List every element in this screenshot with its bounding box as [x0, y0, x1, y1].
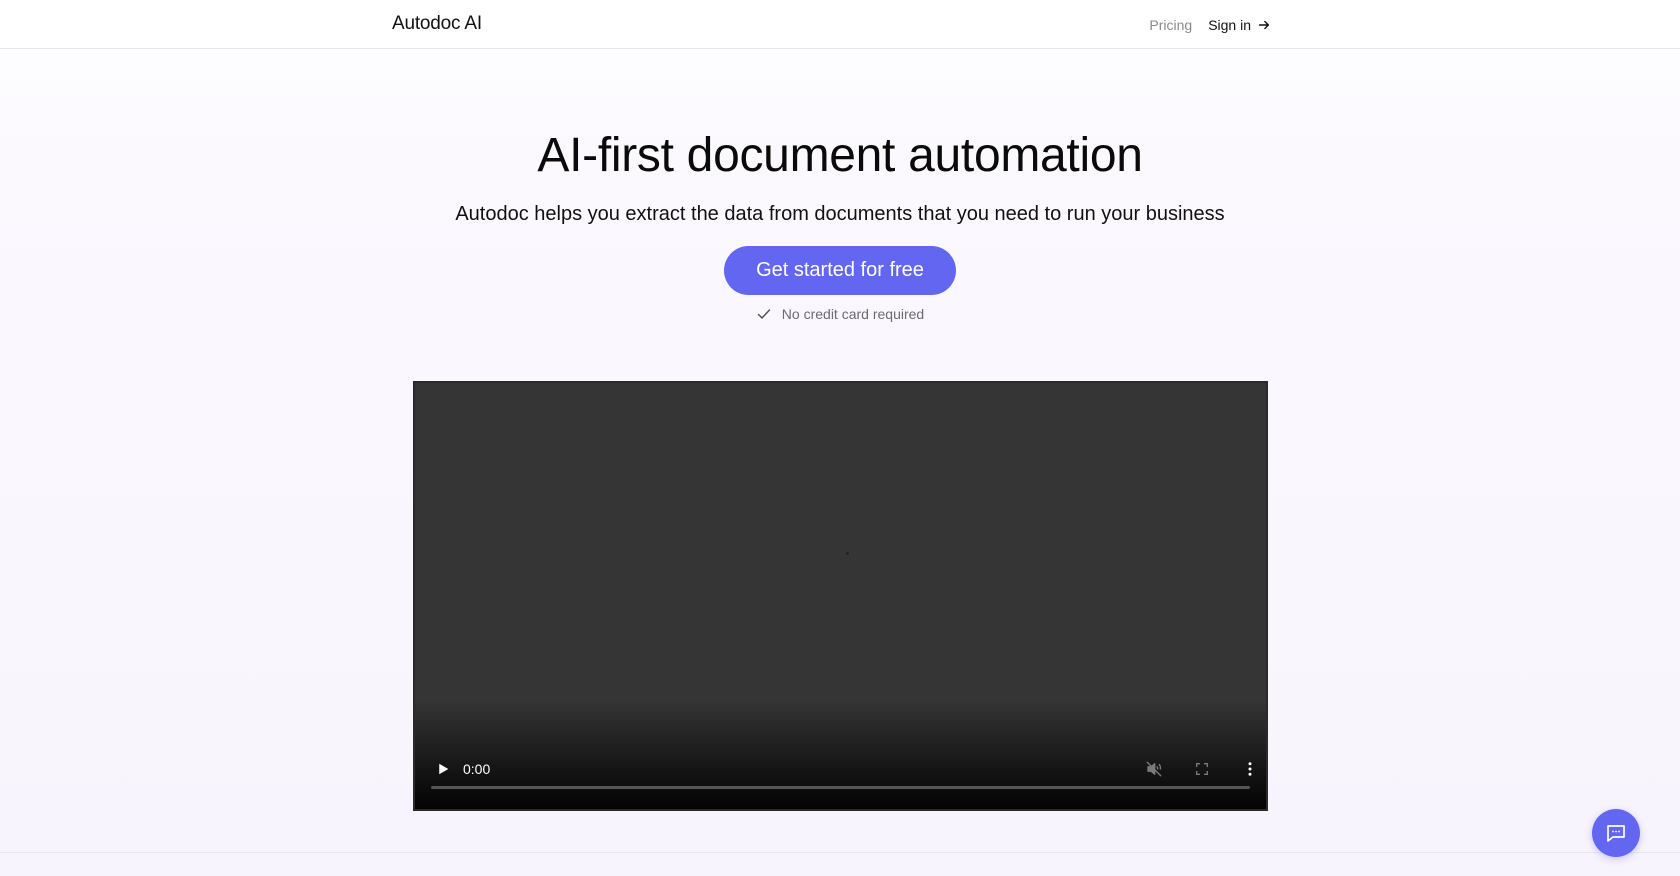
- video-controls: 0:00: [415, 749, 1266, 809]
- pricing-link[interactable]: Pricing: [1149, 17, 1192, 33]
- sign-in-link[interactable]: Sign in: [1208, 17, 1271, 33]
- note-text: No credit card required: [781, 306, 925, 322]
- hero-subtitle: Autodoc helps you extract the data from …: [455, 203, 1225, 225]
- sign-in-label: Sign in: [1208, 17, 1251, 33]
- current-time: 0:00: [463, 761, 491, 777]
- arrow-right-icon: [1258, 20, 1270, 30]
- muted-speaker-icon[interactable]: [1143, 758, 1165, 780]
- nav-links: Pricing Sign in: [1149, 17, 1271, 33]
- chat-bubble-icon: [1607, 825, 1625, 842]
- top-nav-bar: Autodoc AI Pricing Sign in: [0, 0, 1680, 49]
- no-credit-card-note: No credit card required: [0, 306, 1680, 322]
- more-vertical-icon[interactable]: [1239, 758, 1261, 780]
- video-progress-bar[interactable]: [431, 786, 1250, 789]
- play-icon[interactable]: [431, 757, 455, 781]
- hero-title: AI-first document automation: [537, 129, 1143, 182]
- brand-logo[interactable]: Autodoc AI: [392, 13, 482, 35]
- fullscreen-icon[interactable]: [1191, 758, 1213, 780]
- section-divider: [0, 852, 1680, 853]
- check-icon: [757, 309, 771, 319]
- get-started-button[interactable]: Get started for free: [724, 246, 956, 295]
- loading-indicator: [846, 552, 849, 555]
- chat-widget-button[interactable]: [1592, 809, 1640, 857]
- demo-video-player[interactable]: 0:00: [413, 381, 1268, 811]
